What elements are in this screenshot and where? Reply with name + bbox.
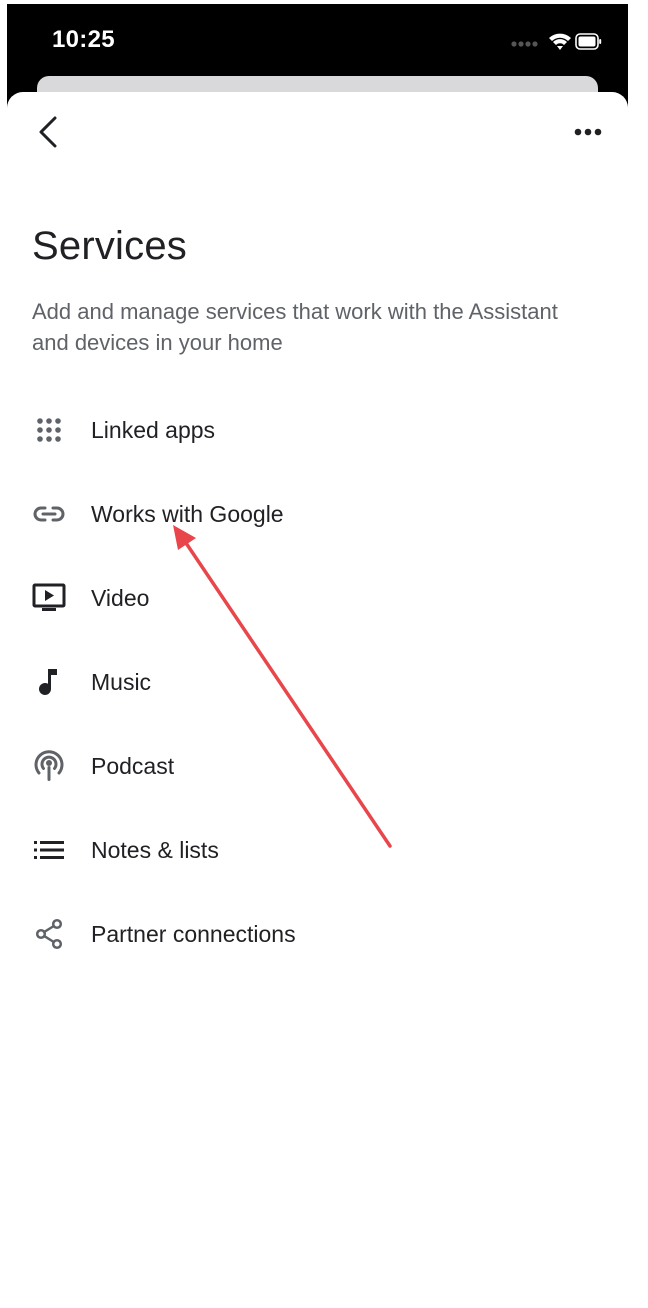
service-item-linked-apps[interactable]: Linked apps <box>7 388 628 472</box>
status-time: 10:25 <box>52 26 115 53</box>
service-item-notes-lists[interactable]: Notes & lists <box>7 808 628 892</box>
service-label: Video <box>91 584 150 611</box>
list-icon <box>31 832 67 868</box>
status-bar: 10:25 <box>7 4 628 78</box>
page-title: Services <box>32 224 187 268</box>
service-label: Linked apps <box>91 416 216 443</box>
chevron-left-icon <box>39 116 57 148</box>
service-item-works-with-google[interactable]: Works with Google <box>7 472 628 556</box>
signal-icon <box>511 41 538 47</box>
share-icon <box>31 916 67 952</box>
page-subtitle: Add and manage services that work with t… <box>32 299 558 355</box>
more-options-button[interactable] <box>568 114 608 150</box>
service-item-podcast[interactable]: Podcast <box>7 724 628 808</box>
back-button[interactable] <box>29 112 69 152</box>
video-icon <box>31 580 67 616</box>
music-note-icon <box>31 664 67 700</box>
service-label: Podcast <box>91 752 175 779</box>
apps-grid-icon <box>31 412 67 448</box>
link-icon <box>31 496 67 532</box>
wifi-icon <box>549 33 571 50</box>
service-label: Partner connections <box>91 920 296 947</box>
service-item-music[interactable]: Music <box>7 640 628 724</box>
phone-screen: 10:25 Services Add and manage services t… <box>7 4 628 1308</box>
service-label: Notes & lists <box>91 836 219 863</box>
battery-icon <box>575 33 602 50</box>
more-horizontal-icon <box>574 128 602 136</box>
services-list: Linked apps Works with Google Video Musi… <box>7 388 628 976</box>
services-sheet: Services Add and manage services that wo… <box>7 92 628 1308</box>
service-label: Music <box>91 668 152 695</box>
podcast-icon <box>31 748 67 784</box>
service-label: Works with Google <box>91 500 284 527</box>
service-item-partner-connections[interactable]: Partner connections <box>7 892 628 976</box>
status-icons <box>492 30 602 54</box>
service-item-video[interactable]: Video <box>7 556 628 640</box>
